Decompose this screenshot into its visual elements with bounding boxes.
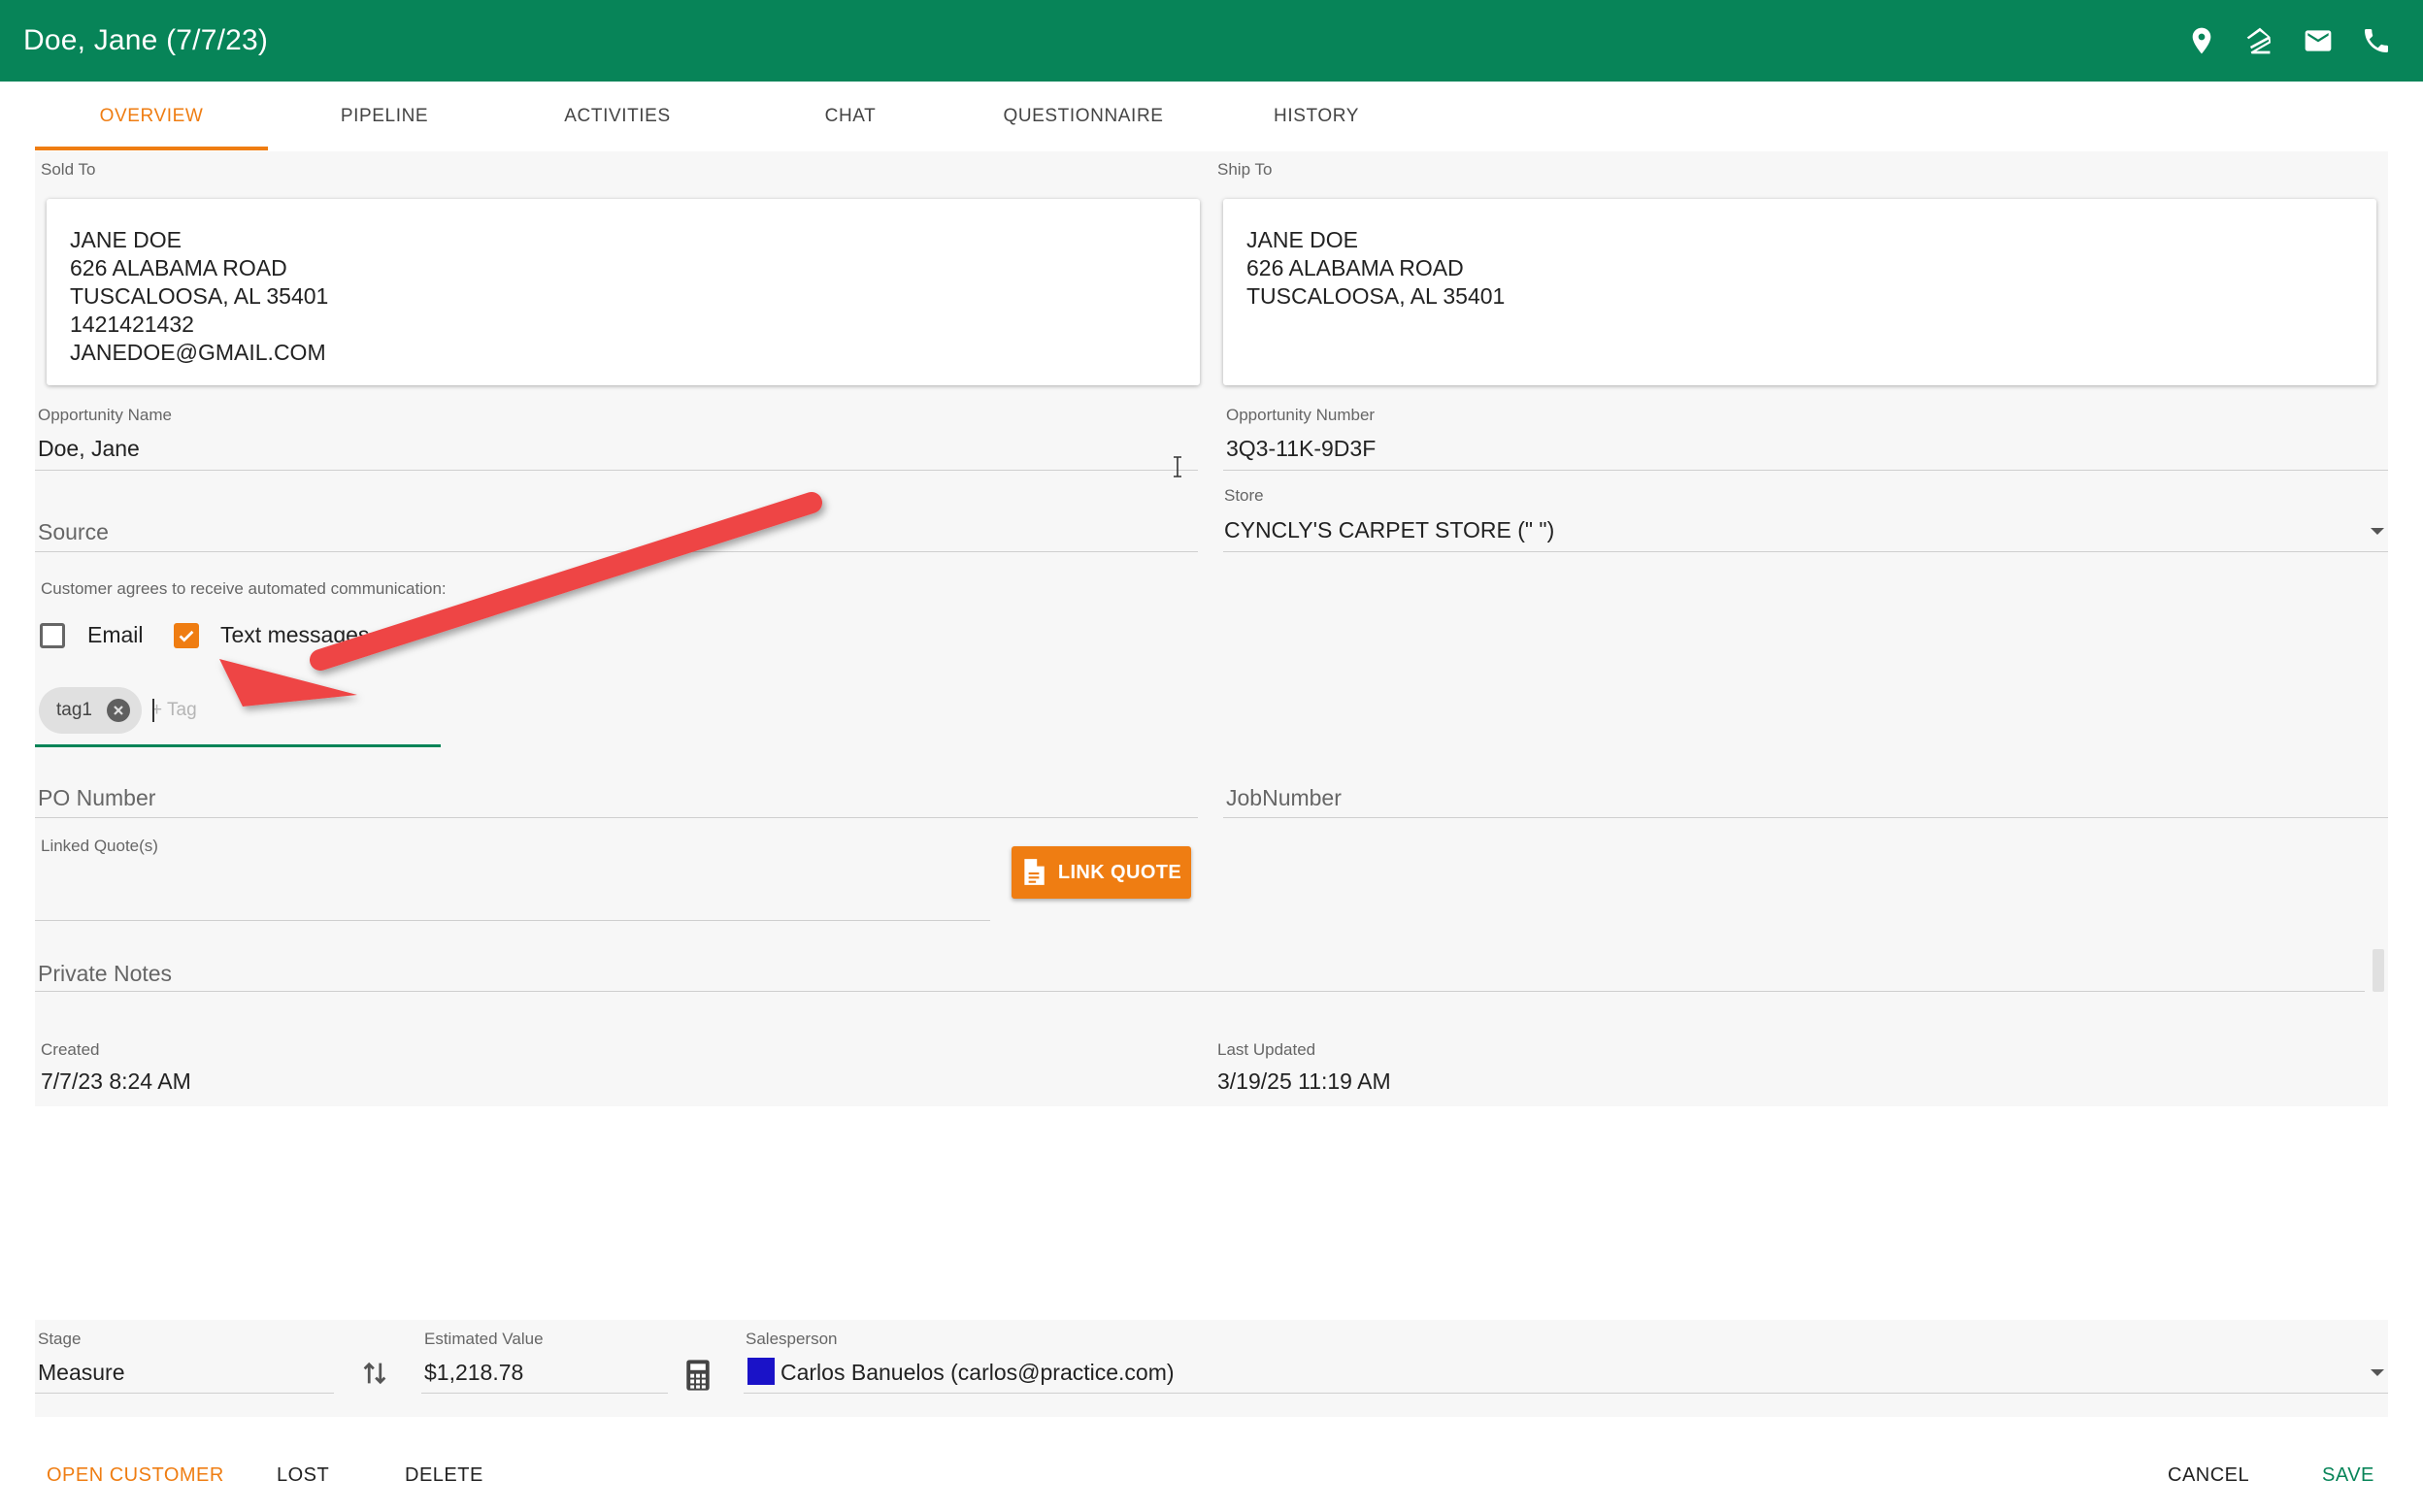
store-select[interactable]: CYNCLY'S CARPET STORE (" ") bbox=[1224, 517, 1554, 543]
tab-overview[interactable]: OVERVIEW bbox=[35, 82, 268, 151]
calculator-icon[interactable] bbox=[685, 1359, 711, 1392]
email-checkbox[interactable] bbox=[40, 623, 65, 648]
sold-to-label: Sold To bbox=[41, 160, 96, 179]
sold-to-line: 1421421432 bbox=[70, 312, 194, 337]
salesperson-select[interactable]: Carlos Banuelos (carlos@practice.com) bbox=[780, 1360, 1175, 1386]
salesperson-color-swatch bbox=[747, 1358, 775, 1385]
last-updated-label: Last Updated bbox=[1217, 1040, 1316, 1059]
stage-underline bbox=[35, 1393, 334, 1394]
tag-input[interactable] bbox=[151, 695, 423, 726]
tab-questionnaire[interactable]: QUESTIONNAIRE bbox=[967, 82, 1200, 151]
email-checkbox-label: Email bbox=[87, 622, 144, 647]
source-field[interactable]: Source bbox=[38, 519, 109, 545]
mail-icon[interactable] bbox=[2289, 12, 2347, 70]
tab-bar: OVERVIEW PIPELINE ACTIVITIES CHAT QUESTI… bbox=[0, 82, 2423, 151]
chevron-down-icon[interactable] bbox=[2371, 528, 2384, 535]
communication-label: Customer agrees to receive automated com… bbox=[41, 579, 447, 598]
text-caret bbox=[152, 699, 154, 722]
delete-button[interactable]: DELETE bbox=[405, 1456, 483, 1495]
text-messages-checkbox-label: Text messages bbox=[220, 622, 370, 647]
linked-quotes-underline bbox=[35, 920, 990, 921]
estimated-value-field[interactable]: $1,218.78 bbox=[424, 1360, 523, 1386]
opportunity-number-underline bbox=[1223, 470, 2388, 471]
stage-label: Stage bbox=[38, 1330, 82, 1348]
cancel-button[interactable]: CANCEL bbox=[2168, 1456, 2249, 1495]
salesperson-label: Salesperson bbox=[746, 1330, 838, 1348]
document-icon bbox=[1024, 859, 1045, 885]
tab-chat[interactable]: CHAT bbox=[734, 82, 967, 151]
store-label: Store bbox=[1224, 486, 1264, 505]
opportunity-number-field[interactable]: 3Q3-11K-9D3F bbox=[1226, 436, 1376, 462]
estimated-value-label: Estimated Value bbox=[424, 1330, 544, 1348]
ship-to-label: Ship To bbox=[1217, 160, 1273, 179]
notes-scrollbar[interactable] bbox=[2373, 949, 2384, 992]
stage-field[interactable]: Measure bbox=[38, 1360, 124, 1386]
last-updated-value: 3/19/25 11:19 AM bbox=[1217, 1068, 1391, 1094]
text-messages-checkbox[interactable] bbox=[174, 623, 199, 648]
source-underline bbox=[35, 551, 1198, 552]
job-number-underline bbox=[1223, 817, 2388, 818]
opportunity-number-label: Opportunity Number bbox=[1226, 406, 1376, 424]
job-number-field[interactable]: JobNumber bbox=[1226, 785, 1342, 811]
page-title: Doe, Jane (7/7/23) bbox=[23, 24, 269, 56]
po-number-field[interactable]: PO Number bbox=[38, 785, 155, 811]
swap-vertical-icon[interactable] bbox=[361, 1359, 388, 1388]
text-cursor-icon bbox=[1174, 456, 1181, 477]
opportunity-name-label: Opportunity Name bbox=[38, 406, 172, 424]
sold-to-line: JANEDOE@GMAIL.COM bbox=[70, 340, 326, 365]
save-button[interactable]: SAVE bbox=[2322, 1456, 2374, 1495]
po-number-underline bbox=[35, 817, 1198, 818]
open-customer-button[interactable]: OPEN CUSTOMER bbox=[47, 1456, 224, 1495]
sold-to-line: 626 ALABAMA ROAD bbox=[70, 255, 287, 280]
ship-to-line: JANE DOE bbox=[1246, 227, 1359, 252]
opportunity-name-field[interactable]: Doe, Jane bbox=[38, 436, 140, 462]
zillow-icon[interactable] bbox=[2231, 12, 2289, 70]
header-actions bbox=[2173, 0, 2406, 82]
app-header: Doe, Jane (7/7/23) bbox=[0, 0, 2423, 82]
close-icon[interactable] bbox=[107, 699, 130, 722]
private-notes-underline bbox=[35, 991, 2365, 992]
linked-quotes-label: Linked Quote(s) bbox=[41, 837, 158, 855]
phone-icon[interactable] bbox=[2347, 12, 2406, 70]
sold-to-line: JANE DOE bbox=[70, 227, 183, 252]
location-pin-icon[interactable] bbox=[2173, 12, 2231, 70]
ship-to-line: TUSCALOOSA, AL 35401 bbox=[1246, 283, 1506, 309]
sold-to-card[interactable]: JANE DOE 626 ALABAMA ROAD TUSCALOOSA, AL… bbox=[47, 199, 1200, 385]
tab-activities[interactable]: ACTIVITIES bbox=[501, 82, 734, 151]
tag-input-underline bbox=[35, 744, 441, 747]
created-label: Created bbox=[41, 1040, 100, 1059]
estimated-value-underline bbox=[421, 1393, 668, 1394]
ship-to-line: 626 ALABAMA ROAD bbox=[1246, 255, 1464, 280]
tab-pipeline[interactable]: PIPELINE bbox=[268, 82, 501, 151]
sold-to-line: TUSCALOOSA, AL 35401 bbox=[70, 283, 329, 309]
link-quote-label: LINK QUOTE bbox=[1057, 861, 1182, 883]
opportunity-name-underline bbox=[35, 470, 1198, 471]
link-quote-button[interactable]: LINK QUOTE bbox=[1012, 846, 1191, 899]
lost-button[interactable]: LOST bbox=[277, 1456, 329, 1495]
active-tab-indicator bbox=[35, 147, 268, 150]
ship-to-card[interactable]: JANE DOE 626 ALABAMA ROAD TUSCALOOSA, AL… bbox=[1223, 199, 2376, 385]
salesperson-underline bbox=[744, 1393, 2388, 1394]
tab-history[interactable]: HISTORY bbox=[1200, 82, 1433, 151]
private-notes-field[interactable]: Private Notes bbox=[38, 961, 172, 987]
created-value: 7/7/23 8:24 AM bbox=[41, 1068, 191, 1094]
store-underline bbox=[1223, 551, 2388, 552]
chevron-down-icon[interactable] bbox=[2371, 1369, 2384, 1376]
tag-chip-label: tag1 bbox=[56, 700, 92, 720]
tag-chip: tag1 bbox=[39, 687, 142, 734]
checkmark-icon bbox=[179, 630, 194, 642]
